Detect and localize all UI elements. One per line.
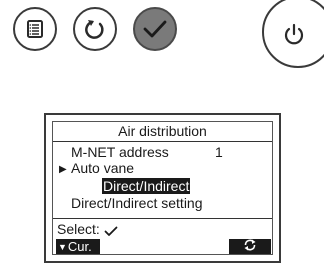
title-divider xyxy=(53,141,272,142)
mnet-address-label: M-NET address xyxy=(71,144,169,160)
return-arrow-icon xyxy=(83,17,107,41)
power-icon xyxy=(283,23,305,47)
menu-button[interactable] xyxy=(13,7,57,51)
cursor-function-button[interactable]: ▼Cur. xyxy=(56,239,100,254)
checkmark-icon xyxy=(142,18,168,40)
direct-indirect-setting-label[interactable]: Direct/Indirect setting xyxy=(71,195,203,212)
cursor-pointer-icon: ▶ xyxy=(59,164,67,175)
checkmark-icon xyxy=(104,224,118,241)
select-label: Select: xyxy=(57,221,100,237)
return-button[interactable] xyxy=(73,7,117,51)
lcd-bezel: Air distribution M-NET address 1 ▶ Auto … xyxy=(44,113,281,263)
refresh-icon xyxy=(243,238,257,255)
select-button[interactable] xyxy=(133,7,177,51)
footer-divider xyxy=(53,218,272,219)
power-button[interactable] xyxy=(262,0,324,68)
auto-vane-value[interactable]: Direct/Indirect xyxy=(102,178,191,194)
change-function-button[interactable] xyxy=(229,239,271,254)
down-triangle-icon: ▼ xyxy=(58,242,67,252)
menu-list-icon xyxy=(25,19,45,39)
auto-vane-label[interactable]: Auto vane xyxy=(71,160,134,177)
screen-title: Air distribution xyxy=(118,123,207,139)
mnet-address-value: 1 xyxy=(215,144,223,160)
lcd-screen: Air distribution M-NET address 1 ▶ Auto … xyxy=(52,121,273,255)
cursor-button-label: Cur. xyxy=(67,239,92,254)
